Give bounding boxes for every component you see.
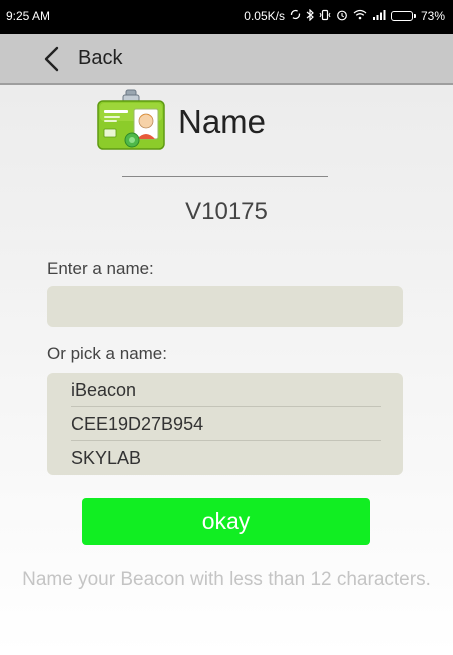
status-icons: 0.05K/s 73% bbox=[244, 8, 445, 24]
main-content: Name V10175 Enter a name: Or pick a name… bbox=[0, 85, 453, 655]
title-divider bbox=[122, 176, 328, 177]
name-length-hint: Name your Beacon with less than 12 chara… bbox=[22, 569, 431, 590]
okay-button[interactable]: okay bbox=[82, 498, 370, 545]
network-speed: 0.05K/s bbox=[244, 9, 285, 23]
wifi-icon bbox=[353, 9, 367, 23]
back-button[interactable]: Back bbox=[44, 34, 122, 83]
sync-icon bbox=[290, 9, 301, 23]
bluetooth-icon bbox=[306, 8, 314, 24]
vibrate-icon bbox=[319, 9, 331, 24]
back-label: Back bbox=[78, 47, 123, 69]
id-card-icon bbox=[97, 89, 165, 150]
chevron-left-icon bbox=[44, 46, 59, 71]
device-id: V10175 bbox=[185, 198, 268, 225]
name-option-ibeacon[interactable]: iBeacon bbox=[71, 373, 381, 407]
status-bar: 9:25 AM 0.05K/s 73% bbox=[0, 0, 453, 34]
name-option-cee19d27b954[interactable]: CEE19D27B954 bbox=[71, 407, 381, 441]
name-input[interactable] bbox=[47, 286, 403, 327]
alarm-icon bbox=[336, 9, 348, 24]
enter-name-label: Enter a name: bbox=[47, 259, 154, 278]
name-option-skylab[interactable]: SKYLAB bbox=[71, 441, 381, 475]
pick-name-label: Or pick a name: bbox=[47, 344, 167, 363]
nav-bar: Back bbox=[0, 34, 453, 85]
battery-icon bbox=[390, 11, 416, 21]
page-title: Name bbox=[178, 103, 267, 140]
page-header: Name bbox=[0, 85, 453, 165]
signal-icon bbox=[372, 9, 386, 23]
status-time: 9:25 AM bbox=[6, 9, 51, 23]
name-options-list: iBeacon CEE19D27B954 SKYLAB bbox=[47, 373, 403, 475]
battery-percent: 73% bbox=[420, 9, 445, 23]
